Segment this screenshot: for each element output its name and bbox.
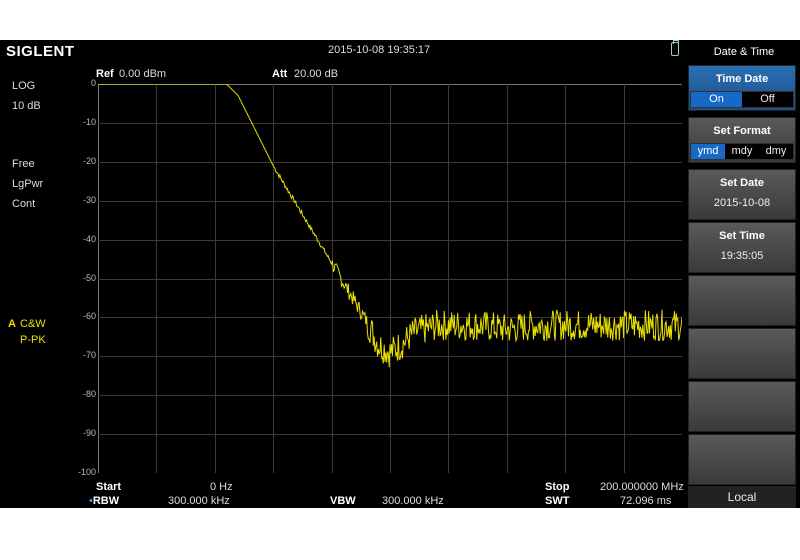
trigger-mode: Free (12, 158, 35, 170)
start-label: Start (96, 481, 122, 493)
y-tick-label: -20 (82, 155, 96, 166)
set-time-value: 19:35:05 (720, 250, 764, 262)
swt-label: SWT (545, 495, 570, 507)
vbw-label: VBW (330, 495, 356, 507)
avg-type: LgPwr (12, 178, 44, 190)
format-ymd[interactable]: ymd (691, 144, 725, 159)
spectrum-plot (98, 84, 682, 473)
menu-empty-4[interactable] (688, 434, 796, 485)
ref-value: 0.00 dBm (119, 68, 167, 80)
swt-value: 72.096 ms (620, 495, 672, 507)
vbw-value: 300.000 kHz (382, 495, 444, 507)
y-tick-label: 0 (90, 78, 96, 88)
trace-letter: A (8, 318, 16, 330)
y-tick-label: -50 (82, 272, 96, 283)
local-button[interactable]: Local (688, 486, 796, 508)
format-dmy[interactable]: dmy (759, 144, 793, 159)
y-tick-label: -80 (82, 389, 96, 400)
status-datetime: 2015-10-08 19:35:17 (328, 44, 431, 56)
ref-label: Ref (96, 68, 114, 80)
y-tick-label: -40 (82, 233, 96, 244)
y-tick-label: -90 (82, 428, 96, 439)
y-tick-label: -70 (82, 350, 96, 361)
detector-mode: P-PK (20, 334, 46, 346)
y-tick-label: -100 (77, 467, 96, 477)
menu-empty-3[interactable] (688, 381, 796, 432)
set-format-toggle[interactable]: ymd mdy dmy (690, 143, 794, 160)
stop-value: 200.000000 MHz (600, 481, 684, 493)
menu-empty-1[interactable] (688, 275, 796, 326)
time-date-off[interactable]: Off (742, 92, 793, 107)
plot-grid (98, 84, 682, 473)
time-date-on[interactable]: On (691, 92, 742, 107)
y-tick-label: -10 (82, 116, 96, 127)
set-date-button[interactable]: Set Date 2015-10-08 (688, 169, 796, 220)
y-tick-label: -30 (82, 194, 96, 205)
scale-div: 10 dB (12, 100, 41, 112)
stop-label: Stop (545, 481, 570, 493)
scale-type: LOG (12, 80, 36, 92)
sweep-mode: Cont (12, 198, 36, 210)
set-format-button[interactable]: Set Format ymd mdy dmy (688, 117, 796, 163)
rbw-value: 300.000 kHz (168, 495, 230, 507)
menu-title: Date & Time (713, 46, 775, 58)
set-time-button[interactable]: Set Time 19:35:05 (688, 222, 796, 273)
usb-icon (671, 40, 679, 56)
rbw-label: •RBW (89, 495, 120, 507)
set-date-value: 2015-10-08 (713, 197, 771, 209)
start-value: 0 Hz (210, 481, 233, 493)
y-tick-label: -60 (82, 311, 96, 322)
analyzer-screen: SIGLENT 2015-10-08 19:35:17 LOG 10 dB Fr… (0, 40, 800, 508)
att-value: 20.00 dB (294, 68, 339, 80)
brand-logo: SIGLENT (6, 43, 75, 60)
att-label: Att (272, 68, 288, 80)
time-date-button[interactable]: Time Date On Off (688, 65, 796, 111)
time-date-toggle[interactable]: On Off (690, 91, 794, 108)
format-mdy[interactable]: mdy (725, 144, 759, 159)
menu-empty-2[interactable] (688, 328, 796, 379)
